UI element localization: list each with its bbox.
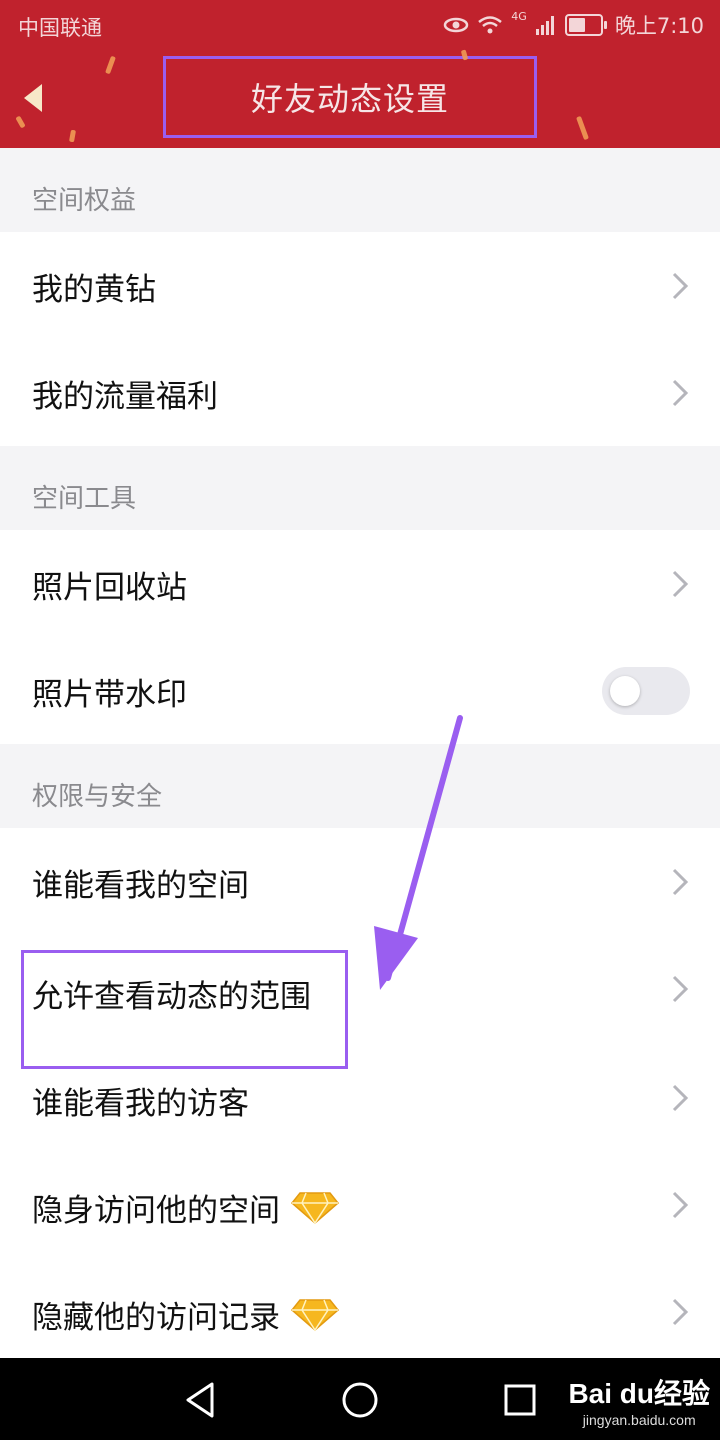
chevron-right-icon: [672, 975, 689, 1003]
confetti-decoration: [576, 115, 589, 141]
nav-bar: 好友动态设置: [0, 49, 720, 148]
row-label: 我的流量福利: [32, 379, 218, 415]
settings-row-invisible-visit[interactable]: 隐身访问他的空间: [0, 1149, 720, 1256]
recents-square-icon[interactable]: [498, 1378, 542, 1422]
section-title: 空间工具: [32, 484, 137, 514]
row-label: 隐身访问他的空间: [32, 1193, 280, 1229]
chevron-right-icon: [672, 1084, 689, 1112]
row-label: 隐藏他的访问记录: [32, 1300, 280, 1336]
section-title: 空间权益: [32, 186, 137, 216]
settings-row-photo-recycle[interactable]: 照片回收站: [0, 530, 720, 637]
row-label: 我的黄钻: [32, 272, 156, 308]
back-arrow-icon[interactable]: [16, 80, 52, 116]
watermark-toggle[interactable]: [602, 667, 690, 715]
settings-row-hide-visit-record[interactable]: 隐藏他的访问记录: [0, 1256, 720, 1358]
chevron-right-icon: [672, 272, 689, 300]
back-triangle-icon[interactable]: [178, 1378, 222, 1422]
diamond-icon: [290, 1191, 340, 1224]
row-label: 照片带水印: [32, 677, 187, 713]
baidu-watermark: Bai du经验 jingyan.baidu.com: [568, 1372, 710, 1428]
confetti-decoration: [105, 55, 116, 75]
network-type-label: 4G: [511, 10, 527, 23]
clock-label: 晚上7:10: [614, 14, 704, 38]
section-header: 空间工具: [0, 446, 720, 530]
section-title: 权限与安全: [32, 782, 163, 812]
home-circle-icon[interactable]: [338, 1378, 382, 1422]
settings-row-data-bonus[interactable]: 我的流量福利: [0, 339, 720, 446]
row-label: 谁能看我的空间: [32, 868, 249, 904]
chevron-right-icon: [672, 1191, 689, 1219]
section-header: 空间权益: [0, 148, 720, 232]
arrow-annotation-icon: [374, 715, 463, 990]
status-bar: 中国联通 4G 晚上7:10: [0, 0, 720, 50]
eye-icon: [444, 17, 469, 33]
confetti-decoration: [68, 129, 77, 143]
page-title: 好友动态设置: [163, 56, 537, 138]
wifi-icon: [478, 16, 503, 34]
carrier-label: 中国联通: [18, 16, 102, 40]
watermark-logo: Bai du经验: [568, 1378, 710, 1409]
row-label: 允许查看动态的范围: [32, 979, 311, 1015]
toggle-knob: [610, 676, 640, 706]
header-bar: 中国联通 4G 晚上7:10 好友动态设置: [0, 0, 720, 148]
settings-row-yellow-diamond[interactable]: 我的黄钻: [0, 232, 720, 339]
chevron-right-icon: [672, 1298, 689, 1326]
system-nav-bar: Bai du经验 jingyan.baidu.com: [0, 1358, 720, 1440]
chevron-right-icon: [672, 868, 689, 896]
status-icons: 4G 晚上7:10: [443, 10, 704, 40]
chevron-right-icon: [672, 379, 689, 407]
confetti-decoration: [15, 115, 26, 129]
signal-icon: [535, 16, 554, 35]
battery-icon: [564, 14, 607, 36]
watermark-url: jingyan.baidu.com: [582, 1412, 696, 1428]
row-label: 照片回收站: [32, 570, 187, 606]
settings-row-who-can-see-visitors[interactable]: 谁能看我的访客: [0, 1042, 720, 1149]
chevron-right-icon: [672, 570, 689, 598]
diamond-icon: [290, 1298, 340, 1331]
row-label: 谁能看我的访客: [32, 1086, 249, 1122]
